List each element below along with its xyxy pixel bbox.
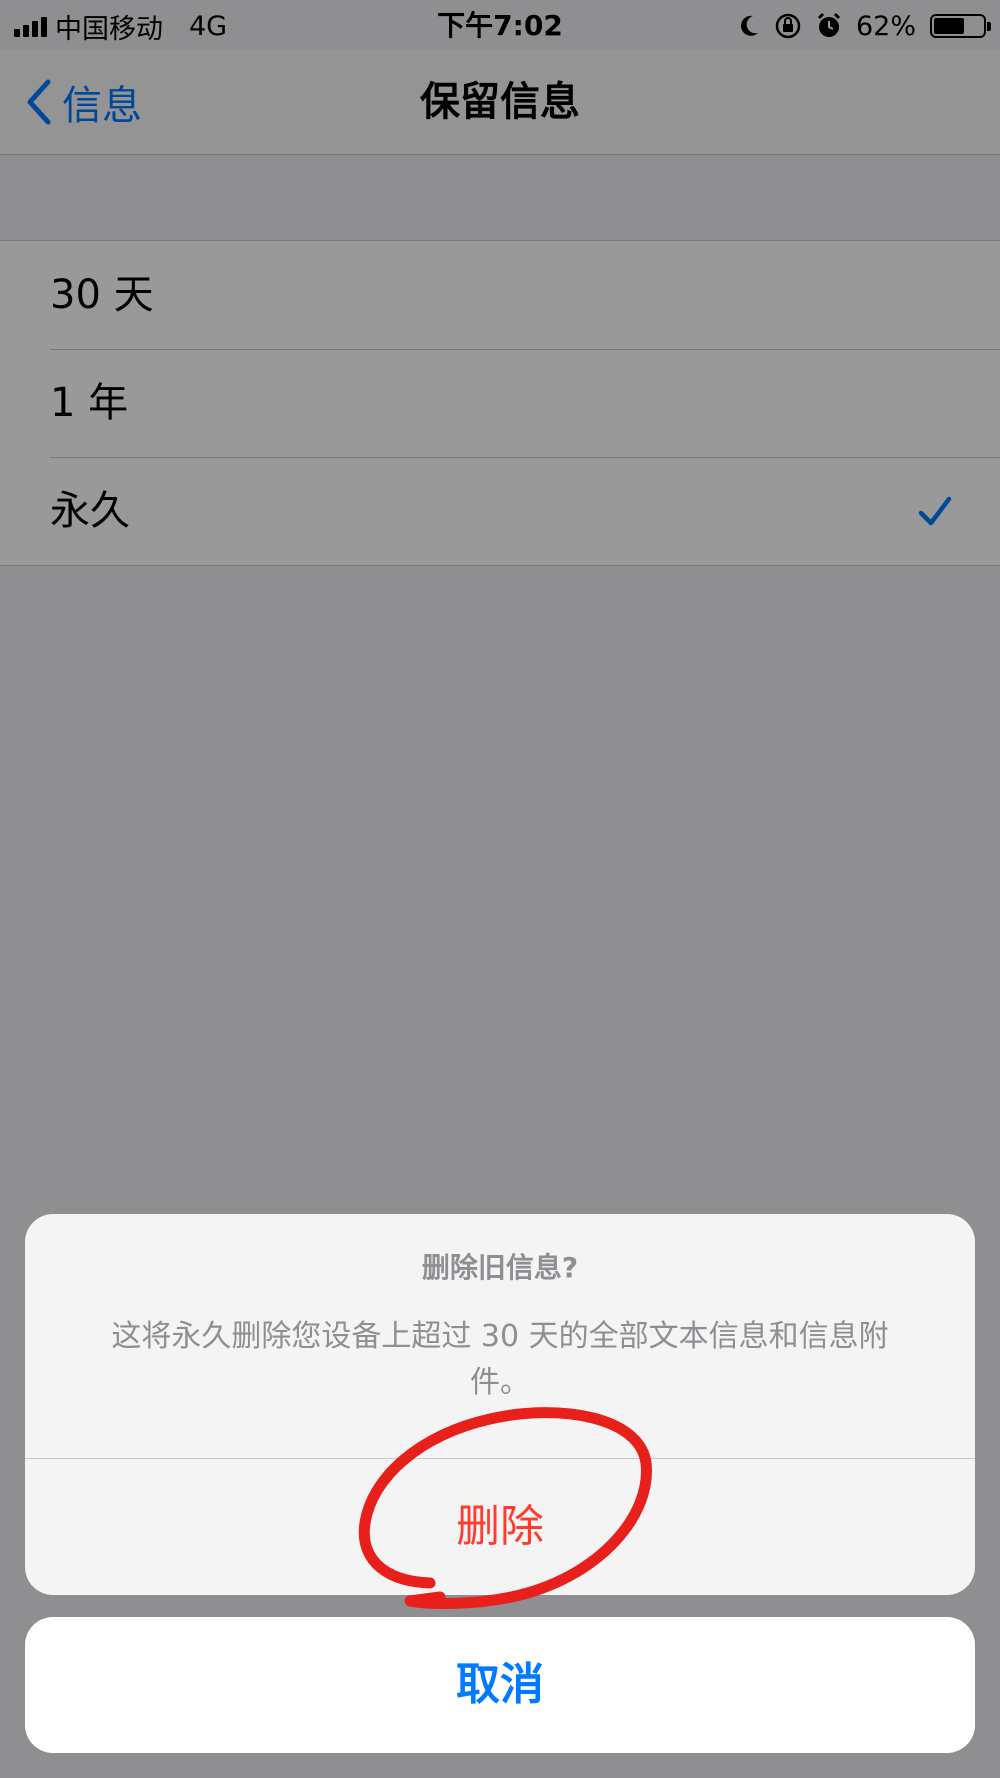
watermark-url: jingyan.baidu.com (768, 1726, 935, 1747)
sheet-message: 这将永久删除您设备上超过 30 天的全部文本信息和信息附件。 (111, 1319, 889, 1400)
baidu-watermark: Baidu经验 jingyan.baidu.com (760, 1670, 980, 1760)
watermark-logo: Baidu经验 (760, 1679, 965, 1723)
red-circle-annotation (358, 1407, 652, 1609)
sheet-title: 删除旧信息? (421, 1251, 579, 1284)
